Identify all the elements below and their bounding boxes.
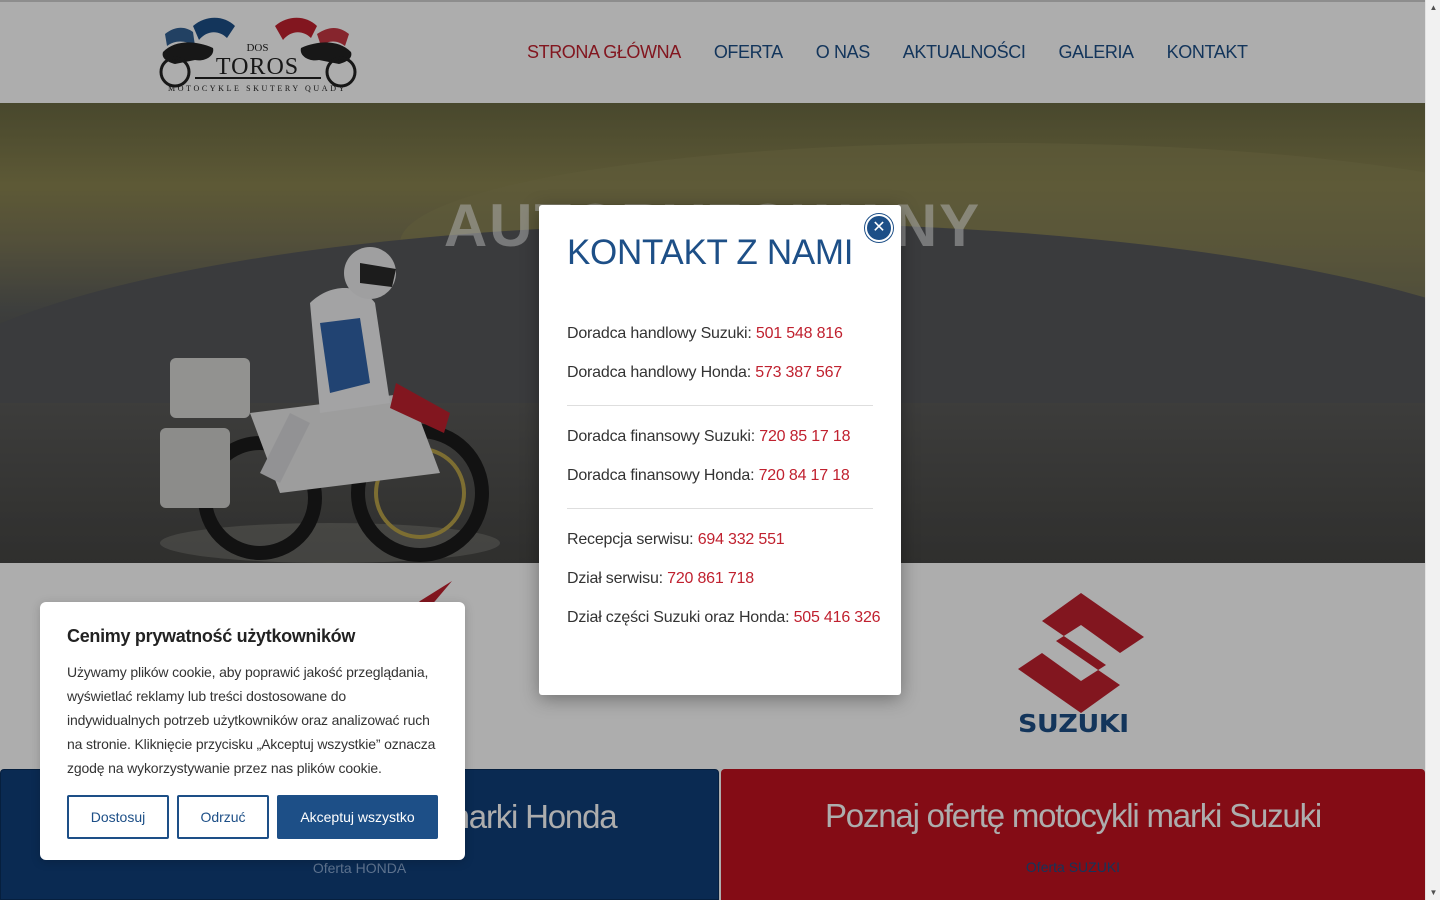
- contact-row: Doradca handlowy Suzuki: 501 548 816: [567, 325, 843, 343]
- contact-row: Recepcja serwisu: 694 332 551: [567, 531, 785, 549]
- contact-phone-link[interactable]: 505 416 326: [794, 609, 881, 626]
- cookie-consent-banner: Cenimy prywatność użytkowników Używamy p…: [40, 602, 465, 860]
- scroll-up-arrow-icon[interactable]: ▲: [1426, 0, 1440, 15]
- contact-label: Doradca finansowy Suzuki:: [567, 428, 755, 445]
- contact-row: Doradca finansowy Honda: 720 84 17 18: [567, 467, 850, 485]
- page-scrollbar[interactable]: ▲ ▼: [1425, 0, 1440, 900]
- reject-button[interactable]: Odrzuć: [177, 795, 269, 839]
- close-icon[interactable]: ✕: [865, 214, 893, 242]
- contact-label: Dział serwisu:: [567, 570, 663, 587]
- modal-divider: [567, 405, 873, 406]
- modal-title: KONTAKT Z NAMI: [567, 233, 854, 272]
- contact-label: Doradca handlowy Suzuki:: [567, 325, 752, 342]
- contact-phone-link[interactable]: 720 861 718: [667, 570, 754, 587]
- contact-row: Doradca finansowy Suzuki: 720 85 17 18: [567, 428, 850, 446]
- contact-row: Doradca handlowy Honda: 573 387 567: [567, 364, 842, 382]
- contact-phone-link[interactable]: 501 548 816: [756, 325, 843, 342]
- contact-modal: KONTAKT Z NAMI ✕ Doradca handlowy Suzuki…: [539, 205, 901, 695]
- scroll-down-arrow-icon[interactable]: ▼: [1426, 885, 1440, 900]
- cookie-title: Cenimy prywatność użytkowników: [67, 626, 356, 646]
- contact-phone-link[interactable]: 720 85 17 18: [759, 428, 850, 445]
- contact-label: Dział części Suzuki oraz Honda:: [567, 609, 790, 626]
- cookie-text: Używamy plików cookie, aby poprawić jako…: [67, 664, 436, 776]
- contact-phone-link[interactable]: 720 84 17 18: [759, 467, 850, 484]
- contact-label: Doradca finansowy Honda:: [567, 467, 755, 484]
- contact-row: Dział serwisu: 720 861 718: [567, 570, 754, 588]
- customize-button[interactable]: Dostosuj: [67, 795, 169, 839]
- contact-label: Recepcja serwisu:: [567, 531, 694, 548]
- contact-label: Doradca handlowy Honda:: [567, 364, 751, 381]
- contact-phone-link[interactable]: 573 387 567: [755, 364, 842, 381]
- contact-row: Dział części Suzuki oraz Honda: 505 416 …: [567, 609, 881, 627]
- accept-all-button[interactable]: Akceptuj wszystko: [277, 795, 438, 839]
- modal-divider: [567, 508, 873, 509]
- contact-phone-link[interactable]: 694 332 551: [698, 531, 785, 548]
